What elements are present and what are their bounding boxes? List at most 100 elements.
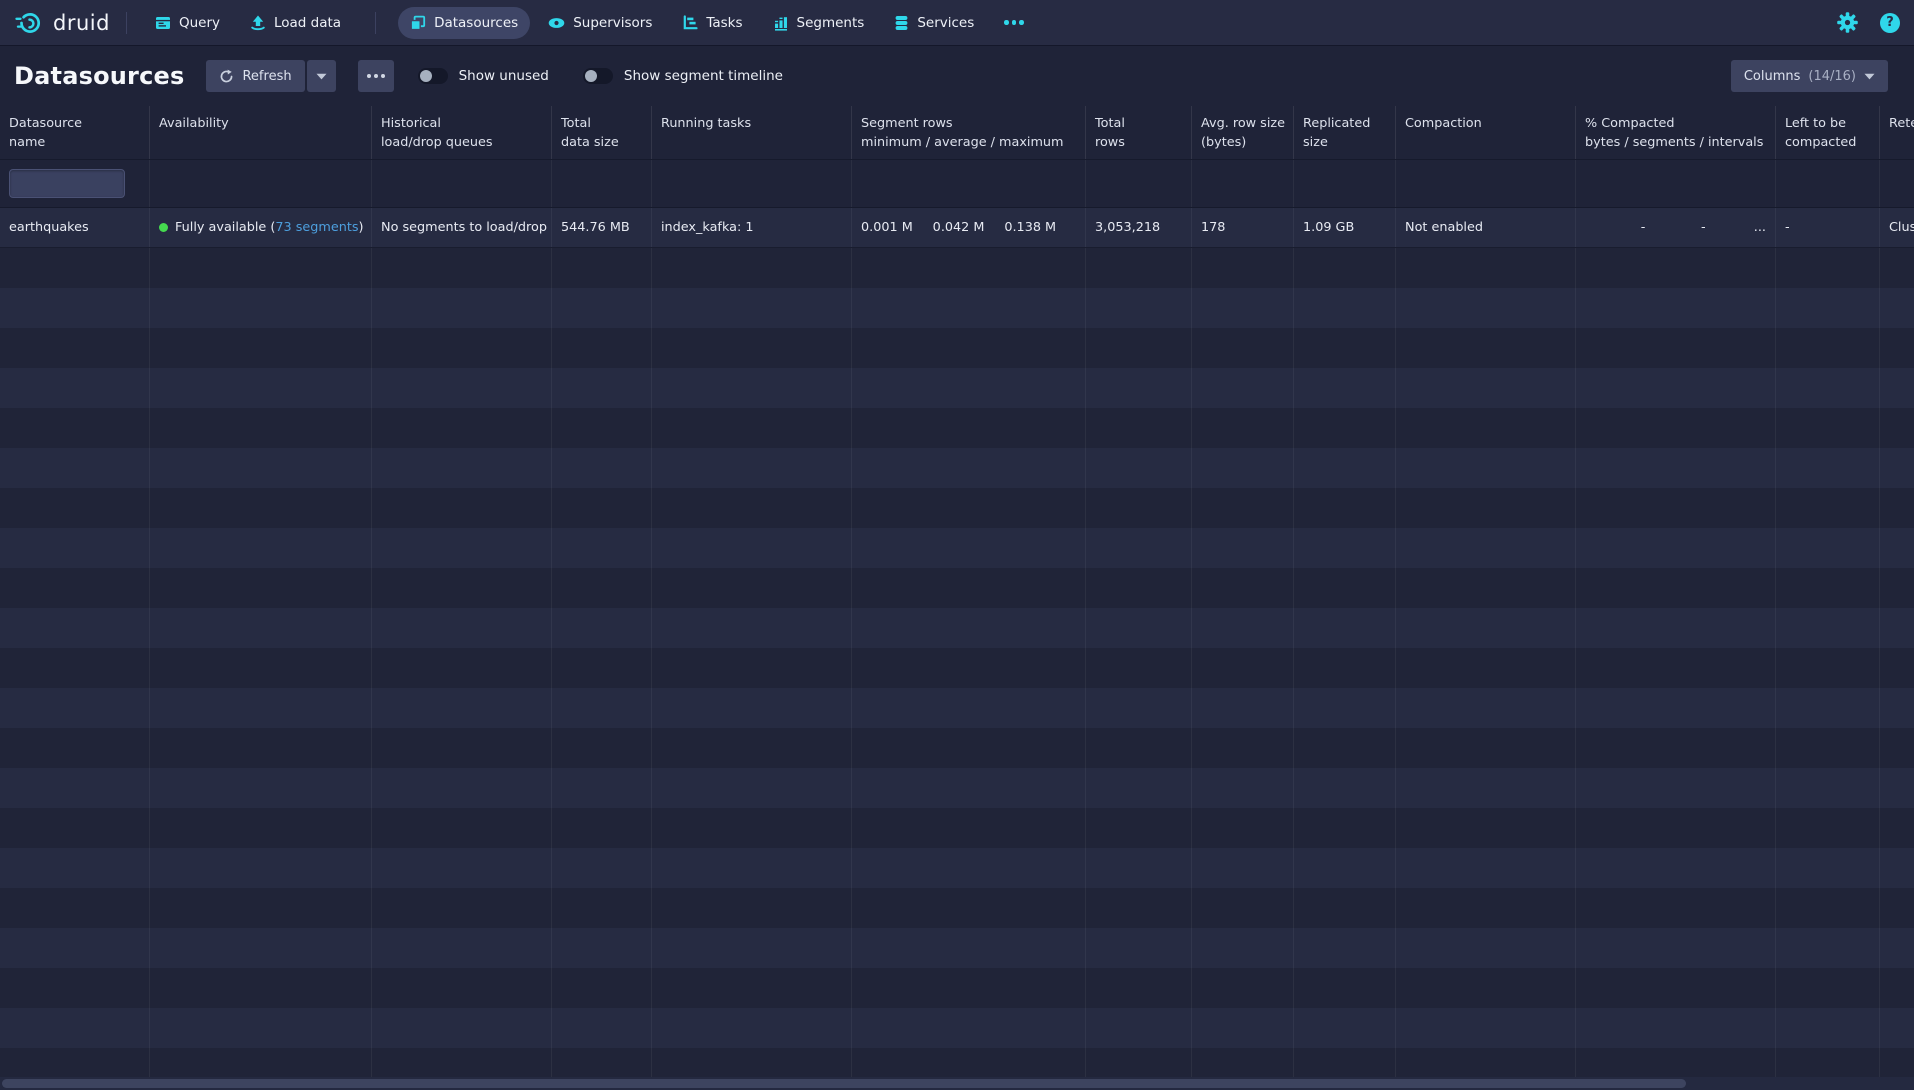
empty-cell — [150, 968, 372, 1008]
table-row-empty — [0, 888, 1914, 928]
filter-cell — [852, 160, 1086, 207]
empty-cell — [1396, 808, 1576, 848]
empty-cell — [652, 808, 852, 848]
empty-cell — [852, 968, 1086, 1008]
nav-item-label: Datasources — [434, 15, 518, 31]
header-line1: Replicated — [1303, 115, 1386, 134]
empty-cell — [1086, 928, 1192, 968]
nav-item-more[interactable] — [992, 12, 1036, 33]
table-row-empty — [0, 728, 1914, 768]
empty-cell — [1776, 848, 1880, 888]
datasource-name-filter-input[interactable] — [9, 169, 125, 198]
datasources-icon — [410, 15, 426, 31]
empty-cell — [1294, 808, 1396, 848]
column-header-replicated-size[interactable]: Replicated size — [1294, 106, 1396, 159]
nav-item-datasources[interactable]: Datasources — [398, 7, 530, 39]
empty-cell — [1192, 288, 1294, 328]
column-header-segment-rows[interactable]: Segment rows minimum / average / maximum — [852, 106, 1086, 159]
nav-item-label: Segments — [797, 15, 865, 31]
header-line1: Retention — [1889, 115, 1914, 134]
empty-cell — [150, 608, 372, 648]
column-header-retention[interactable]: Retention — [1880, 106, 1914, 159]
availability-text-suffix: ) — [359, 220, 364, 235]
empty-cell — [1192, 328, 1294, 368]
toggle-knob — [420, 70, 432, 82]
empty-cell — [852, 928, 1086, 968]
empty-cell — [552, 288, 652, 328]
query-icon — [155, 15, 171, 31]
empty-cell — [1396, 968, 1576, 1008]
nav-item-load-data[interactable]: Load data — [238, 7, 353, 39]
tasks-gantt-icon — [682, 15, 698, 31]
cell-left-to-be-compacted: - — [1776, 208, 1880, 247]
empty-cell — [1880, 368, 1914, 408]
availability-status-dot — [159, 223, 168, 232]
table-row-empty — [0, 968, 1914, 1008]
column-header-total-data-size[interactable]: Total data size — [552, 106, 652, 159]
horizontal-scrollbar-track[interactable] — [0, 1077, 1914, 1090]
table-row-empty — [0, 448, 1914, 488]
empty-cell — [652, 648, 852, 688]
nav-item-supervisors[interactable]: Supervisors — [536, 7, 664, 39]
show-unused-toggle[interactable] — [418, 68, 448, 84]
column-header-compaction[interactable]: Compaction — [1396, 106, 1576, 159]
column-header-datasource-name[interactable]: Datasource name — [0, 106, 150, 159]
nav-item-tasks[interactable]: Tasks — [670, 7, 754, 39]
empty-cell — [1294, 848, 1396, 888]
empty-cell — [1576, 368, 1776, 408]
druid-logo[interactable]: druid — [14, 8, 110, 38]
empty-cell — [852, 448, 1086, 488]
column-header-running-tasks[interactable]: Running tasks — [652, 106, 852, 159]
empty-cell — [1086, 608, 1192, 648]
column-header-availability[interactable]: Availability — [150, 106, 372, 159]
cell-retention: Cluster default — [1880, 208, 1914, 247]
empty-cell — [0, 328, 150, 368]
empty-cell — [1086, 768, 1192, 808]
refresh-button[interactable]: Refresh — [206, 60, 304, 92]
help-icon[interactable]: ? — [1880, 13, 1900, 33]
empty-cell — [150, 368, 372, 408]
empty-cell — [1396, 1008, 1576, 1048]
cell-pct-compacted: - - ... — [1576, 208, 1776, 247]
empty-cell — [852, 848, 1086, 888]
empty-cell — [150, 728, 372, 768]
filter-cell — [652, 160, 852, 207]
horizontal-scrollbar-thumb[interactable] — [2, 1079, 1686, 1088]
nav-item-services[interactable]: Services — [882, 7, 986, 39]
refresh-interval-dropdown-button[interactable] — [307, 60, 336, 92]
column-header-pct-compacted[interactable]: % Compacted bytes / segments / intervals — [1576, 106, 1776, 159]
column-header-total-rows[interactable]: Total rows — [1086, 106, 1192, 159]
table-row-empty — [0, 288, 1914, 328]
empty-cell — [0, 1008, 150, 1048]
nav-item-segments[interactable]: Segments — [761, 7, 877, 39]
nav-item-query[interactable]: Query — [143, 7, 232, 39]
segments-count-link[interactable]: 73 segments — [275, 220, 358, 235]
empty-cell — [1776, 528, 1880, 568]
show-segment-timeline-toggle[interactable] — [583, 68, 613, 84]
column-header-avg-row-size[interactable]: Avg. row size (bytes) — [1192, 106, 1294, 159]
column-header-historical-queues[interactable]: Historical load/drop queues — [372, 106, 552, 159]
header-line1: Total — [561, 115, 642, 134]
empty-cell — [0, 648, 150, 688]
more-actions-button[interactable] — [358, 60, 394, 92]
nav-items: Query Load data Datasources — [143, 7, 1036, 39]
empty-cell — [1086, 328, 1192, 368]
empty-cell — [652, 368, 852, 408]
empty-cell — [1776, 408, 1880, 448]
empty-cell — [372, 248, 552, 288]
columns-selector-button[interactable]: Columns (14/16) — [1731, 60, 1888, 92]
settings-gear-icon[interactable] — [1837, 12, 1858, 33]
table-row-empty — [0, 1008, 1914, 1048]
empty-cell — [0, 728, 150, 768]
column-header-left-to-be-compacted[interactable]: Left to be compacted — [1776, 106, 1880, 159]
header-line1: Historical — [381, 115, 542, 134]
empty-cell — [1776, 768, 1880, 808]
empty-cell — [0, 608, 150, 648]
header-line2: compacted — [1785, 134, 1870, 153]
header-line2: data size — [561, 134, 642, 153]
segment-rows-avg: 0.042 M — [933, 220, 1005, 235]
empty-cell — [1396, 368, 1576, 408]
header-line1: Avg. row size — [1201, 115, 1284, 134]
empty-cell — [1396, 448, 1576, 488]
empty-cell — [1880, 608, 1914, 648]
